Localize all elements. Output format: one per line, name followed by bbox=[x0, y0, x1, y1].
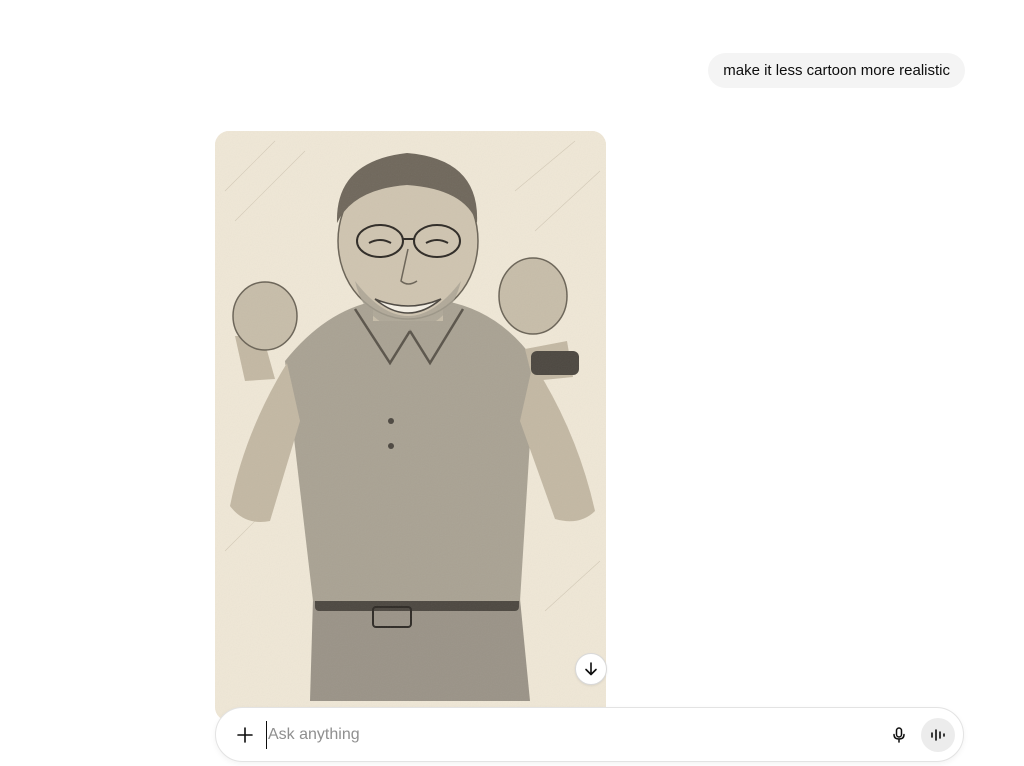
generated-image[interactable] bbox=[215, 131, 606, 721]
chat-input[interactable] bbox=[266, 721, 868, 749]
microphone-icon bbox=[890, 726, 908, 744]
plus-icon bbox=[236, 726, 254, 744]
sketch-illustration bbox=[215, 131, 606, 721]
arrow-down-icon bbox=[583, 661, 599, 677]
add-attachment-button[interactable] bbox=[230, 720, 260, 750]
voice-mode-icon bbox=[929, 726, 947, 744]
user-message-bubble: make it less cartoon more realistic bbox=[708, 53, 965, 88]
message-composer bbox=[215, 707, 964, 762]
dictate-button[interactable] bbox=[884, 720, 914, 750]
download-image-button[interactable] bbox=[575, 653, 607, 685]
voice-mode-button[interactable] bbox=[921, 718, 955, 752]
user-message-text: make it less cartoon more realistic bbox=[723, 61, 950, 79]
